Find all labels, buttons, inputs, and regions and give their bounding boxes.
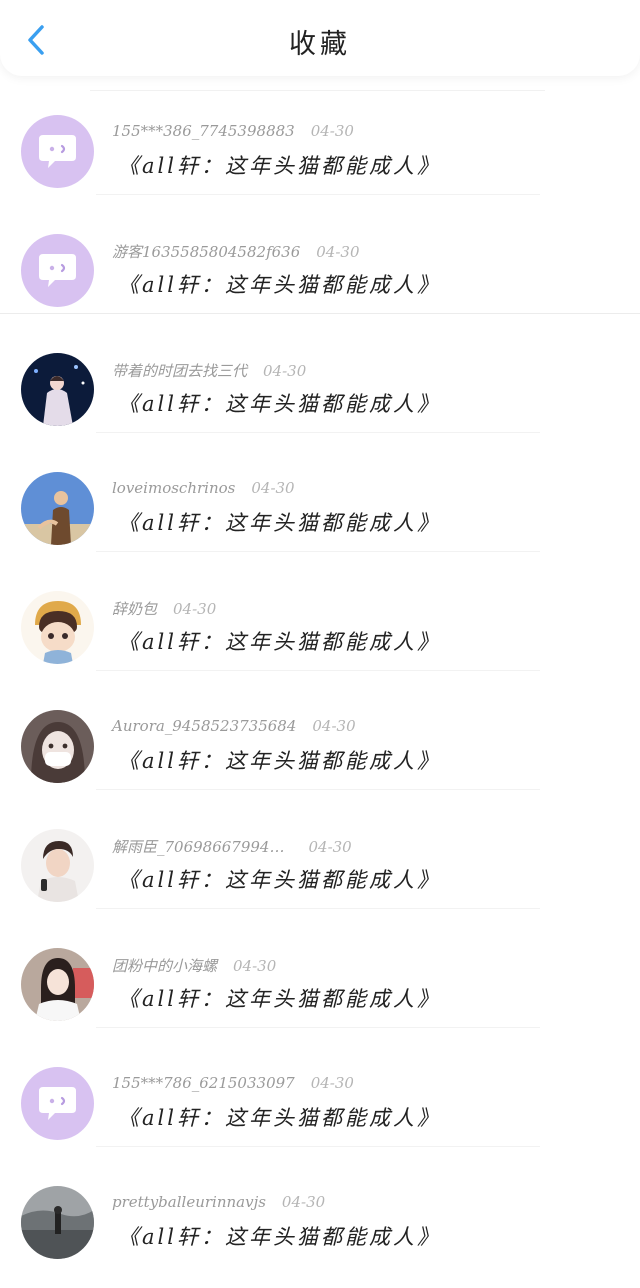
page-title: 收藏 <box>289 29 351 60</box>
username[interactable]: 155***786_6215033097 <box>112 1074 295 1092</box>
avatar[interactable] <box>21 948 94 1021</box>
item-title[interactable]: 《all轩：这年头猫都能成人》 <box>118 269 441 299</box>
username[interactable]: 游客1635585804582f636 <box>112 243 300 261</box>
list-item[interactable]: loveimoschrinos 04-30 《all轩：这年头猫都能成人》 <box>0 433 640 552</box>
item-title[interactable]: 《all轩：这年头猫都能成人》 <box>118 745 441 775</box>
user-photo-icon <box>21 948 94 1021</box>
item-title[interactable]: 《all轩：这年头猫都能成人》 <box>118 1102 441 1132</box>
user-meta: 游客1635585804582f636 04-30 <box>112 241 360 262</box>
item-title[interactable]: 《all轩：这年头猫都能成人》 <box>118 507 441 537</box>
avatar[interactable] <box>21 1186 94 1259</box>
user-meta: 155***386_7745398883 04-30 <box>112 122 354 140</box>
post-date: 04-30 <box>308 838 352 856</box>
chat-bubble-icon <box>39 1087 76 1120</box>
list-item[interactable]: 辞奶包 04-30 《all轩：这年头猫都能成人》 <box>0 552 640 671</box>
avatar[interactable] <box>21 472 94 545</box>
cartoon-avatar-icon <box>21 591 94 664</box>
post-date: 04-30 <box>281 1193 326 1211</box>
avatar[interactable] <box>21 710 94 783</box>
item-title[interactable]: 《all轩：这年头猫都能成人》 <box>118 388 441 418</box>
avatar[interactable] <box>21 591 94 664</box>
avatar[interactable] <box>21 353 94 426</box>
post-date: 04-30 <box>310 122 354 140</box>
item-title[interactable]: 《all轩：这年头猫都能成人》 <box>118 983 441 1013</box>
avatar[interactable] <box>21 1067 94 1140</box>
user-photo-icon <box>21 829 94 902</box>
post-date: 04-30 <box>312 717 356 735</box>
item-title[interactable]: 《all轩：这年头猫都能成人》 <box>118 150 441 180</box>
username[interactable]: 解雨臣_70698667994… <box>112 838 284 856</box>
item-title[interactable]: 《all轩：这年头猫都能成人》 <box>118 626 441 656</box>
user-meta: 带着的时团去找三代 04-30 <box>112 360 306 381</box>
user-meta: 解雨臣_70698667994… 04-30 <box>112 836 352 857</box>
chat-bubble-icon <box>39 135 76 168</box>
item-title[interactable]: 《all轩：这年头猫都能成人》 <box>118 864 441 894</box>
user-meta: prettyballeurinnavjs 04-30 <box>112 1193 325 1211</box>
list-item[interactable]: prettyballeurinnavjs 04-30 《all轩：这年头猫都能成人… <box>0 1147 640 1266</box>
user-photo-icon <box>21 472 94 545</box>
username[interactable]: 带着的时团去找三代 <box>112 362 247 380</box>
list-item[interactable]: 解雨臣_70698667994… 04-30 《all轩：这年头猫都能成人》 <box>0 790 640 909</box>
post-date: 04-30 <box>263 362 307 380</box>
avatar[interactable] <box>21 115 94 188</box>
user-meta: 辞奶包 04-30 <box>112 598 216 619</box>
user-meta: Aurora_9458523735684 04-30 <box>112 717 356 735</box>
user-meta: loveimoschrinos 04-30 <box>112 479 295 497</box>
post-date: 04-30 <box>173 600 217 618</box>
list-item[interactable]: Aurora_9458523735684 04-30 《all轩：这年头猫都能成人… <box>0 671 640 790</box>
post-date: 04-30 <box>316 243 360 261</box>
username[interactable]: 155***386_7745398883 <box>112 122 295 140</box>
list-item[interactable]: 团粉中的小海螺 04-30 《all轩：这年头猫都能成人》 <box>0 909 640 1028</box>
user-photo-icon <box>21 1186 94 1259</box>
user-meta: 团粉中的小海螺 04-30 <box>112 955 276 976</box>
post-date: 04-30 <box>251 479 295 497</box>
list-item[interactable]: 155***786_6215033097 04-30 《all轩：这年头猫都能成人… <box>0 1028 640 1147</box>
anime-avatar-icon <box>21 710 94 783</box>
list-item[interactable]: 带着的时团去找三代 04-30 《all轩：这年头猫都能成人》 <box>0 314 640 433</box>
chat-bubble-icon <box>39 254 76 287</box>
avatar[interactable] <box>21 829 94 902</box>
header-bar: 收藏 <box>0 0 640 76</box>
username[interactable]: 团粉中的小海螺 <box>112 957 217 975</box>
post-date: 04-30 <box>233 957 277 975</box>
list-item[interactable]: 游客1635585804582f636 04-30 《all轩：这年头猫都能成人》 <box>0 195 640 314</box>
list-item[interactable]: 155***386_7745398883 04-30 《all轩：这年头猫都能成人… <box>0 76 640 195</box>
user-photo-icon <box>21 353 94 426</box>
username[interactable]: loveimoschrinos <box>112 479 235 497</box>
username[interactable]: prettyballeurinnavjs <box>112 1193 266 1211</box>
item-title[interactable]: 《all轩：这年头猫都能成人》 <box>118 1221 441 1251</box>
username[interactable]: Aurora_9458523735684 <box>112 717 296 735</box>
user-meta: 155***786_6215033097 04-30 <box>112 1074 354 1092</box>
username[interactable]: 辞奶包 <box>112 600 157 618</box>
avatar[interactable] <box>21 234 94 307</box>
post-date: 04-30 <box>310 1074 354 1092</box>
